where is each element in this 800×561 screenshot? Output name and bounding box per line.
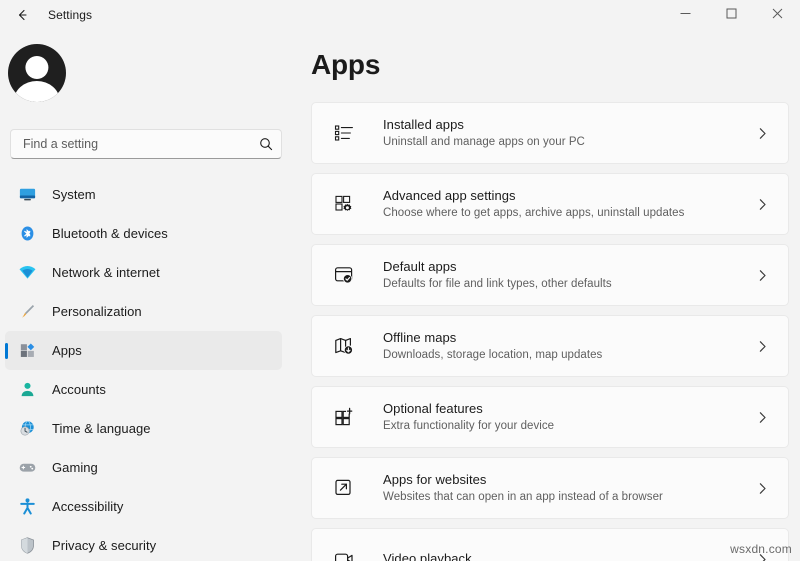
window-title: Settings bbox=[48, 8, 92, 22]
window-check-icon bbox=[332, 263, 356, 287]
card-text: Installed apps Uninstall and manage apps… bbox=[383, 116, 753, 150]
sidebar-item-label: Accounts bbox=[52, 382, 106, 397]
sidebar-item-label: Privacy & security bbox=[52, 538, 156, 553]
card-title: Offline maps bbox=[383, 329, 753, 346]
shield-icon bbox=[17, 536, 37, 556]
minimize-icon bbox=[680, 6, 691, 24]
list-icon bbox=[332, 121, 356, 145]
sidebar-item-privacy-security[interactable]: Privacy & security bbox=[5, 526, 282, 561]
card-title: Apps for websites bbox=[383, 471, 753, 488]
card-title: Installed apps bbox=[383, 116, 753, 133]
main-content: Apps Installed apps Uninstall and manage… bbox=[300, 30, 800, 561]
sidebar-item-label: Personalization bbox=[52, 304, 142, 319]
card-text: Optional features Extra functionality fo… bbox=[383, 400, 753, 434]
sidebar-item-gaming[interactable]: Gaming bbox=[5, 448, 282, 487]
card-text: Offline maps Downloads, storage location… bbox=[383, 329, 753, 363]
account-person-icon bbox=[17, 380, 37, 400]
card-title: Optional features bbox=[383, 400, 753, 417]
avatar[interactable] bbox=[8, 44, 66, 102]
external-link-icon bbox=[332, 476, 356, 500]
card-optional-features[interactable]: Optional features Extra functionality fo… bbox=[311, 386, 789, 448]
card-title: Advanced app settings bbox=[383, 187, 753, 204]
card-apps-for-websites[interactable]: Apps for websites Websites that can open… bbox=[311, 457, 789, 519]
search-box[interactable] bbox=[10, 129, 282, 159]
video-icon bbox=[332, 547, 356, 561]
sidebar-item-system[interactable]: System bbox=[5, 175, 282, 214]
settings-card-list: Installed apps Uninstall and manage apps… bbox=[311, 102, 789, 561]
card-subtitle: Websites that can open in an app instead… bbox=[383, 489, 753, 505]
sidebar-item-label: Network & internet bbox=[52, 265, 160, 280]
sidebar-item-apps[interactable]: Apps bbox=[5, 331, 282, 370]
title-bar: Settings bbox=[0, 0, 800, 30]
card-text: Advanced app settings Choose where to ge… bbox=[383, 187, 753, 221]
card-title: Video playback bbox=[383, 550, 753, 561]
chevron-right-icon bbox=[753, 127, 771, 140]
chevron-right-icon bbox=[753, 269, 771, 282]
card-title: Default apps bbox=[383, 258, 753, 275]
sidebar-item-time-language[interactable]: Time & language bbox=[5, 409, 282, 448]
card-subtitle: Downloads, storage location, map updates bbox=[383, 347, 753, 363]
map-download-icon bbox=[332, 334, 356, 358]
card-installed-apps[interactable]: Installed apps Uninstall and manage apps… bbox=[311, 102, 789, 164]
grid-gear-icon bbox=[332, 192, 356, 216]
sidebar-item-label: Time & language bbox=[52, 421, 151, 436]
close-icon bbox=[772, 6, 783, 24]
system-monitor-icon bbox=[17, 185, 37, 205]
wifi-icon bbox=[17, 263, 37, 283]
sidebar-item-label: Gaming bbox=[52, 460, 98, 475]
maximize-button[interactable] bbox=[708, 0, 754, 30]
sidebar-item-personalization[interactable]: Personalization bbox=[5, 292, 282, 331]
chevron-right-icon bbox=[753, 411, 771, 424]
back-button[interactable] bbox=[6, 1, 38, 29]
page-title: Apps bbox=[311, 49, 380, 81]
clock-globe-icon bbox=[17, 419, 37, 439]
chevron-right-icon bbox=[753, 482, 771, 495]
card-subtitle: Extra functionality for your device bbox=[383, 418, 753, 434]
card-text: Default apps Defaults for file and link … bbox=[383, 258, 753, 292]
chevron-right-icon bbox=[753, 340, 771, 353]
maximize-icon bbox=[726, 6, 737, 24]
avatar-head bbox=[25, 56, 48, 79]
chevron-right-icon bbox=[753, 198, 771, 211]
back-arrow-icon bbox=[14, 7, 30, 23]
bluetooth-icon bbox=[17, 224, 37, 244]
grid-plus-icon bbox=[332, 405, 356, 429]
card-advanced-app-settings[interactable]: Advanced app settings Choose where to ge… bbox=[311, 173, 789, 235]
card-offline-maps[interactable]: Offline maps Downloads, storage location… bbox=[311, 315, 789, 377]
card-subtitle: Choose where to get apps, archive apps, … bbox=[383, 205, 753, 221]
card-subtitle: Uninstall and manage apps on your PC bbox=[383, 134, 753, 150]
window-controls bbox=[662, 0, 800, 30]
minimize-button[interactable] bbox=[662, 0, 708, 30]
sidebar-nav: System Bluetooth & devices bbox=[0, 175, 300, 561]
sidebar-item-label: Accessibility bbox=[52, 499, 123, 514]
search-icon bbox=[259, 137, 273, 151]
sidebar-item-accessibility[interactable]: Accessibility bbox=[5, 487, 282, 526]
search-input[interactable] bbox=[23, 137, 259, 151]
paintbrush-icon bbox=[17, 302, 37, 322]
watermark: wsxdn.com bbox=[730, 542, 792, 556]
settings-window: Settings bbox=[0, 0, 800, 561]
sidebar-item-network-internet[interactable]: Network & internet bbox=[5, 253, 282, 292]
sidebar-item-accounts[interactable]: Accounts bbox=[5, 370, 282, 409]
sidebar-item-label: Bluetooth & devices bbox=[52, 226, 168, 241]
sidebar-item-label: System bbox=[52, 187, 96, 202]
card-text: Apps for websites Websites that can open… bbox=[383, 471, 753, 505]
sidebar: System Bluetooth & devices bbox=[0, 30, 300, 561]
apps-icon bbox=[17, 341, 37, 361]
card-text: Video playback bbox=[383, 550, 753, 561]
gamepad-icon bbox=[17, 458, 37, 478]
accessibility-icon bbox=[17, 497, 37, 517]
card-default-apps[interactable]: Default apps Defaults for file and link … bbox=[311, 244, 789, 306]
card-video-playback[interactable]: Video playback bbox=[311, 528, 789, 561]
close-button[interactable] bbox=[754, 0, 800, 30]
avatar-body bbox=[14, 81, 60, 102]
sidebar-item-label: Apps bbox=[52, 343, 82, 358]
card-subtitle: Defaults for file and link types, other … bbox=[383, 276, 753, 292]
sidebar-item-bluetooth-devices[interactable]: Bluetooth & devices bbox=[5, 214, 282, 253]
